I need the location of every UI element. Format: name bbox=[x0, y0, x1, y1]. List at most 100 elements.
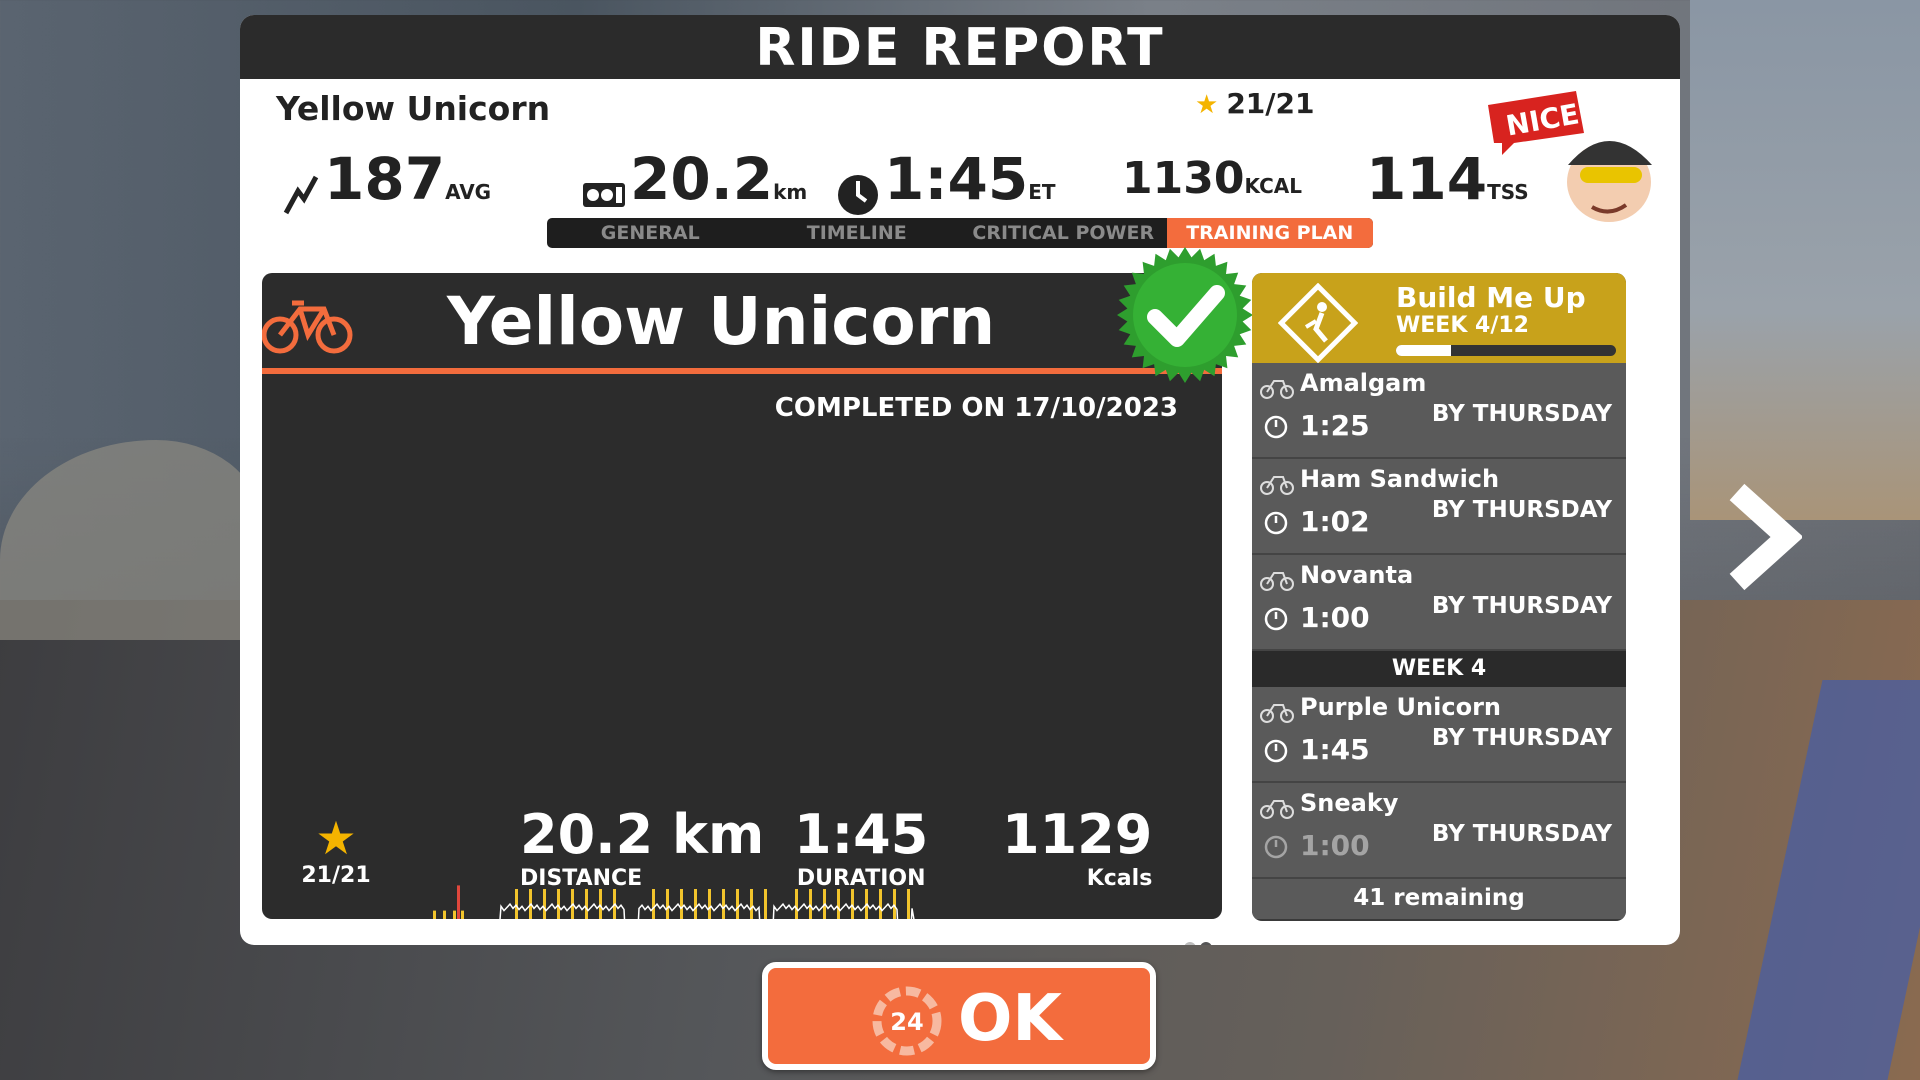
chart-interval-spike bbox=[585, 889, 588, 919]
stars-count: 21/21 bbox=[1226, 87, 1315, 120]
workout-duration: 1:00 bbox=[1300, 829, 1370, 862]
clock-icon bbox=[838, 174, 878, 215]
chart-interval-spike bbox=[557, 889, 560, 919]
background-hill bbox=[0, 440, 260, 640]
chart-interval-spike bbox=[457, 885, 460, 919]
remaining-count: 41 remaining bbox=[1252, 879, 1626, 919]
page-indicator bbox=[1182, 939, 1214, 945]
tab-general[interactable]: GENERAL bbox=[547, 218, 754, 248]
chart-interval-spike bbox=[708, 889, 711, 919]
chart-interval-spike bbox=[515, 889, 518, 919]
stopwatch-icon bbox=[1264, 607, 1288, 631]
completed-check-icon bbox=[1117, 247, 1253, 383]
duration-summary: 1:45 DURATION bbox=[794, 803, 928, 891]
chart-interval-spike bbox=[893, 889, 896, 919]
workout-name: Amalgam bbox=[1300, 369, 1427, 397]
workout-summary-card: Yellow Unicorn COMPLETED ON 17/10/2023 ★… bbox=[262, 273, 1222, 919]
distance-summary-value: 20.2 km bbox=[520, 803, 765, 866]
elapsed-time-value: 1:45 bbox=[884, 145, 1029, 213]
next-page-arrow-icon[interactable] bbox=[1722, 482, 1802, 592]
nice-avatar-badge: NICE! bbox=[1488, 91, 1652, 222]
chart-interval-spike bbox=[907, 889, 910, 919]
stopwatch-icon bbox=[1264, 835, 1288, 859]
workout-due: BY THURSDAY bbox=[1431, 401, 1612, 427]
calories-value: 1130 bbox=[1122, 153, 1245, 204]
completed-date: COMPLETED ON 17/10/2023 bbox=[774, 393, 1178, 423]
card-stars: ★ 21/21 bbox=[298, 813, 374, 888]
ok-label: OK bbox=[958, 982, 1062, 1056]
bike-icon bbox=[1260, 572, 1294, 591]
chart-interval-spike bbox=[443, 910, 446, 919]
dialog-title: RIDE REPORT bbox=[240, 15, 1680, 79]
workout-due: BY THURSDAY bbox=[1431, 725, 1612, 751]
chart-interval-spike bbox=[666, 889, 669, 919]
workout-name: Sneaky bbox=[1300, 789, 1399, 817]
chart-interval-spike bbox=[433, 910, 436, 919]
chart-interval-spike bbox=[851, 889, 854, 919]
chart-interval-spike bbox=[837, 889, 840, 919]
ok-button[interactable]: 24 OK bbox=[762, 962, 1156, 1070]
tab-timeline[interactable]: TIMELINE bbox=[754, 218, 961, 248]
ok-icon-text: 24 bbox=[890, 1008, 923, 1036]
chart-interval-spike bbox=[750, 889, 753, 919]
bike-icon bbox=[1260, 800, 1294, 819]
bike-icon bbox=[1260, 380, 1294, 399]
star-icon: ★ bbox=[1195, 90, 1219, 120]
plan-workout-item[interactable]: Amalgam 1:25 BY THURSDAY bbox=[1252, 363, 1626, 459]
tab-training-plan[interactable]: TRAINING PLAN bbox=[1166, 218, 1373, 248]
chart-interval-spike bbox=[809, 889, 812, 919]
plan-progress-fill bbox=[1396, 345, 1451, 356]
summary-stats: 187AVG 20.2km 1:45ET 1130KCAL 114TSS bbox=[240, 145, 1680, 215]
plan-workout-item[interactable]: Novanta 1:00 BY THURSDAY bbox=[1252, 555, 1626, 651]
stopwatch-icon bbox=[1264, 511, 1288, 535]
chart-interval-spike bbox=[694, 889, 697, 919]
calories-unit: KCAL bbox=[1244, 174, 1302, 198]
workout-duration: 1:00 bbox=[1300, 601, 1370, 634]
duration-summary-value: 1:45 bbox=[794, 803, 929, 866]
page-dot[interactable] bbox=[1184, 942, 1196, 945]
bike-icon bbox=[1260, 704, 1294, 723]
avg-power-stat: 187AVG bbox=[282, 145, 491, 217]
elapsed-time-stat: 1:45ET bbox=[836, 145, 1056, 217]
chart-interval-spike bbox=[680, 889, 683, 919]
chart-interval-spike bbox=[879, 889, 882, 919]
distance-summary: 20.2 km DISTANCE bbox=[520, 803, 764, 891]
chart-interval-spike bbox=[764, 889, 767, 919]
plan-workout-item[interactable]: Purple Unicorn 1:45 BY THURSDAY bbox=[1252, 687, 1626, 783]
chart-power-line bbox=[499, 902, 915, 919]
plan-workout-item[interactable]: Ham Sandwich 1:02 BY THURSDAY bbox=[1252, 459, 1626, 555]
chart-interval-spike bbox=[599, 889, 602, 919]
tss-value: 114 bbox=[1366, 145, 1488, 213]
background-sky bbox=[1690, 0, 1920, 520]
distance-summary-label: DISTANCE bbox=[520, 866, 643, 891]
workout-name: Novanta bbox=[1300, 561, 1414, 589]
workout-duration: 1:02 bbox=[1300, 505, 1370, 538]
plan-week: WEEK 4/12 bbox=[1396, 313, 1529, 338]
plan-name: Build Me Up bbox=[1396, 281, 1586, 314]
star-icon: ★ bbox=[315, 811, 357, 865]
calories-summary: 1129 Kcals bbox=[1002, 803, 1152, 891]
chart-interval-spike bbox=[722, 889, 725, 919]
workout-duration: 1:25 bbox=[1300, 409, 1370, 442]
workout-card-header: Yellow Unicorn bbox=[262, 273, 1222, 374]
week-separator: WEEK 4 bbox=[1252, 651, 1626, 687]
calories-summary-value: 1129 bbox=[1002, 803, 1153, 866]
training-plan-panel: Build Me Up WEEK 4/12 Amalgam 1:25 BY TH… bbox=[1252, 273, 1626, 921]
chart-interval-spike bbox=[461, 910, 464, 919]
avg-power-unit: AVG bbox=[445, 180, 492, 204]
calories-stat: 1130KCAL bbox=[1122, 153, 1302, 204]
avg-power-value: 187 bbox=[324, 145, 446, 213]
workout-name: Purple Unicorn bbox=[1300, 693, 1501, 721]
ride-report-dialog: RIDE REPORT Yellow Unicorn ★ 21/21 187AVG… bbox=[240, 15, 1680, 945]
plan-workout-item[interactable]: Sneaky 1:00 BY THURSDAY bbox=[1252, 783, 1626, 879]
bike-icon bbox=[262, 300, 353, 354]
page-dot-active[interactable] bbox=[1200, 942, 1212, 945]
bike-icon bbox=[1260, 476, 1294, 495]
card-stars-count: 21/21 bbox=[301, 863, 371, 888]
tab-critical-power[interactable]: CRITICAL POWER bbox=[960, 218, 1167, 248]
plan-header: Build Me Up WEEK 4/12 bbox=[1252, 273, 1626, 363]
rider-name: Yellow Unicorn bbox=[276, 89, 551, 128]
stopwatch-icon bbox=[1264, 739, 1288, 763]
distance-unit: km bbox=[773, 180, 808, 204]
power-bolt-icon bbox=[283, 175, 319, 214]
